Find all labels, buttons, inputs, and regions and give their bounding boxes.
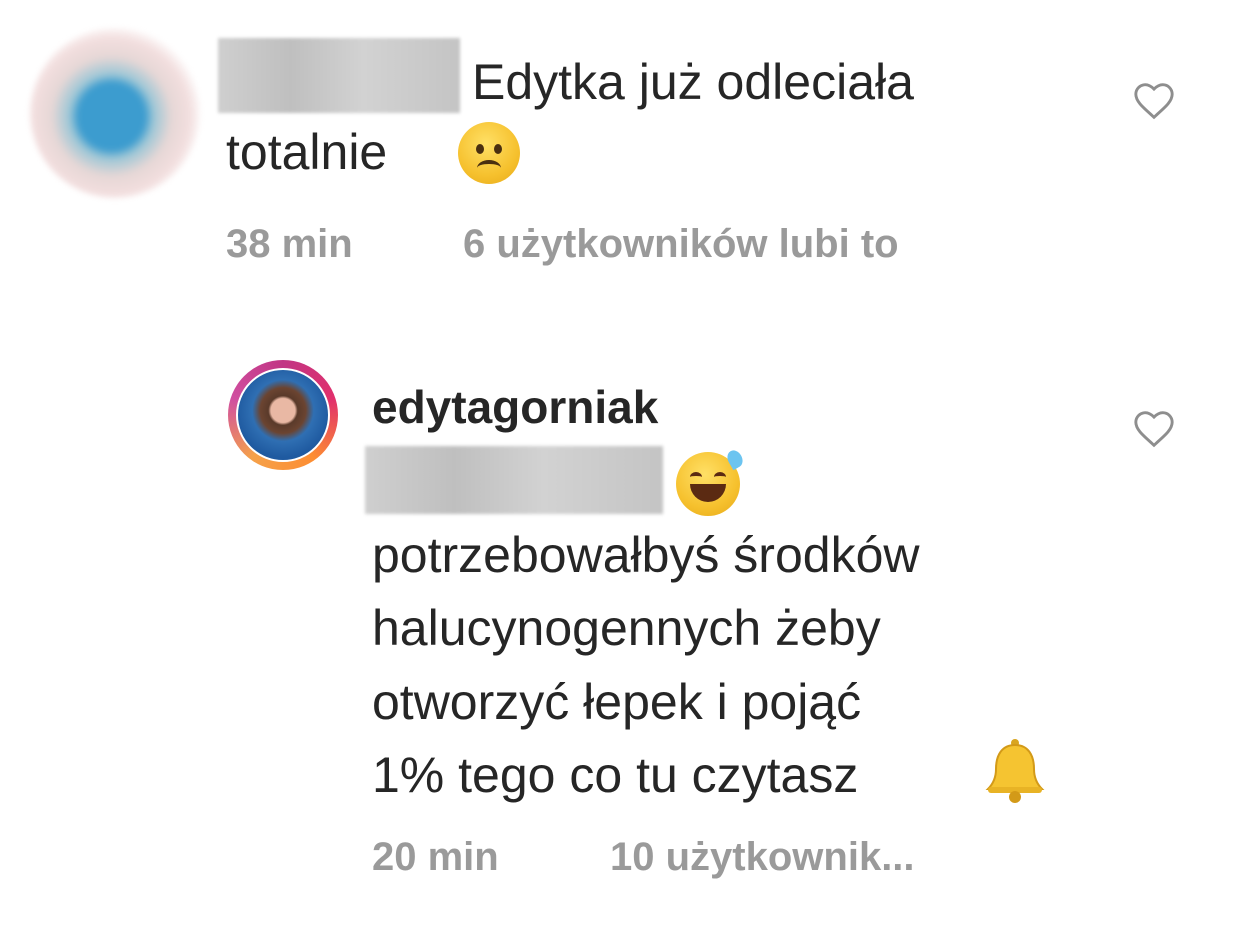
commenter-username-blurred[interactable] <box>218 38 460 113</box>
comment-text-line: Edytka już odleciała <box>472 54 914 110</box>
heart-outline-icon[interactable] <box>1132 408 1176 448</box>
bell-emoji-icon <box>980 735 1050 805</box>
comment-text-line: totalnie <box>226 124 388 180</box>
comment-text-line: otworzyć łepek i pojąć <box>372 674 862 730</box>
mentioned-username-blurred[interactable] <box>365 446 663 514</box>
worried-face-emoji-icon <box>458 122 520 184</box>
comment-username[interactable]: edytagorniak <box>372 380 658 434</box>
grinning-sweat-emoji-icon <box>676 447 746 516</box>
commenter-avatar-blurred[interactable] <box>30 28 200 198</box>
comment-timestamp: 20 min <box>372 835 499 879</box>
comment-text-line: halucynogennych żeby <box>372 600 881 656</box>
comment-likes-count[interactable]: 6 użytkowników lubi to <box>463 222 899 267</box>
avatar[interactable] <box>236 368 330 462</box>
heart-outline-icon[interactable] <box>1132 80 1176 120</box>
comment-timestamp: 38 min <box>226 222 353 266</box>
comment-text-line: 1% tego co tu czytasz <box>372 747 859 803</box>
comment-likes-count[interactable]: 10 użytkownik... <box>610 835 915 880</box>
comment-text-line: potrzebowałbyś środków <box>372 527 920 583</box>
